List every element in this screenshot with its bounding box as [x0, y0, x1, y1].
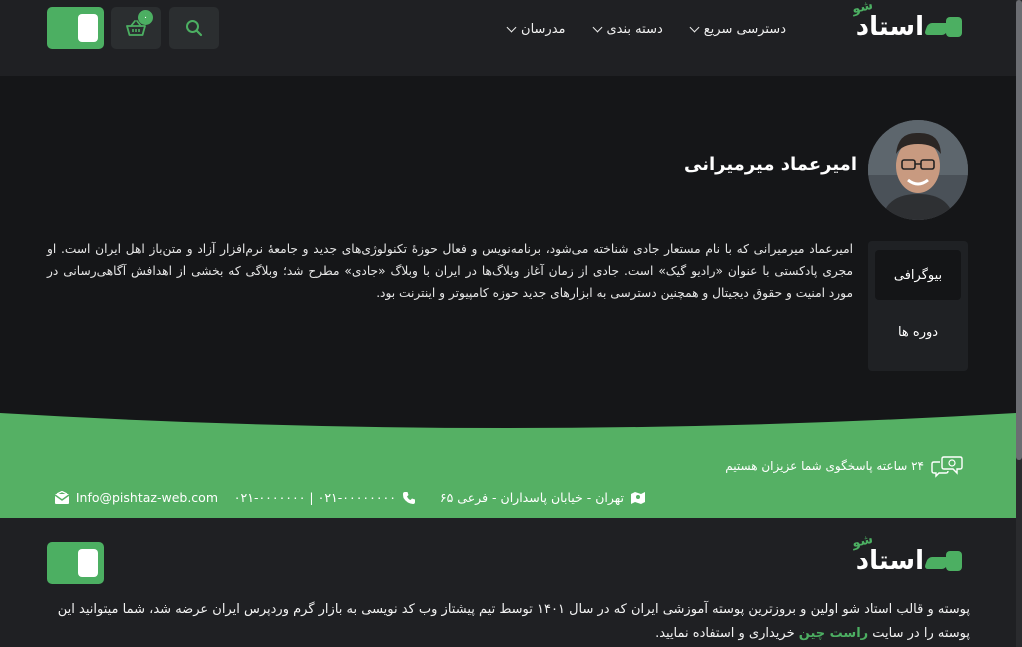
tab-biography[interactable]: بیوگرافی [875, 250, 961, 300]
toggle-knob [78, 549, 98, 577]
footer-text-part: خریداری و استفاده نمایید. [655, 626, 795, 641]
main-nav: دسترسی سریع دسته بندی مدرسان [506, 22, 786, 37]
phone-icon [403, 491, 415, 504]
email-text: Info@pishtaz-web.com [75, 490, 218, 505]
logo-mark-icon [923, 15, 962, 39]
footer-logo[interactable]: استاد شو [850, 531, 962, 576]
biography-text: امیرعماد میرمیرانی که با نام مستعار جادی… [47, 242, 853, 300]
nav-quick-access[interactable]: دسترسی سریع [689, 22, 786, 37]
phone[interactable]: ۰۲۱-۰۰۰۰۰۰۰۰ | ۰۲۱-۰۰۰۰۰۰۰ [234, 490, 416, 505]
logo-mark-icon [923, 549, 962, 573]
chevron-down-icon [592, 22, 602, 33]
support-info: ۲۴ ساعته پاسخگوی شما عزیزان هستیم [725, 454, 964, 478]
logo-word: استاد شو [850, 531, 924, 576]
nav-categories[interactable]: دسته بندی [592, 22, 663, 37]
chevron-down-icon [506, 22, 517, 33]
email[interactable]: Info@pishtaz-web.com [54, 490, 218, 505]
map-icon [631, 491, 645, 504]
cart-button[interactable]: ۰ [111, 7, 161, 49]
site-footer: استاد شو پوسته و قالب استاد شو اولین و ب… [0, 518, 1016, 647]
footer-description: پوسته و قالب استاد شو اولین و بروزترین پ… [47, 598, 970, 646]
search-icon [186, 20, 203, 37]
address-text: تهران - خیابان پاسداران - فرعی ۶۵ [439, 490, 624, 505]
tab-courses[interactable]: دوره ها [875, 307, 961, 357]
site-logo[interactable]: استاد شو [850, 0, 962, 42]
nav-label: دسترسی سریع [703, 22, 786, 37]
chevron-down-icon [689, 22, 700, 33]
theme-toggle[interactable] [47, 7, 104, 49]
chat-bubbles-icon [931, 456, 963, 478]
toggle-knob [78, 14, 98, 42]
footer-toggle[interactable] [47, 542, 104, 584]
search-button[interactable] [169, 7, 219, 49]
scrollbar-thumb[interactable] [1016, 0, 1022, 460]
logo-word: استاد شو [850, 0, 924, 42]
address: تهران - خیابان پاسداران - فرعی ۶۵ [440, 490, 646, 505]
nav-label: مدرسان [521, 22, 566, 37]
support-text: ۲۴ ساعته پاسخگوی شما عزیزان هستیم [725, 459, 924, 473]
site-header: استاد شو دسترسی سریع دسته بندی مدرسان ۰ [0, 0, 1016, 76]
rtl-theme-link[interactable]: راست چین [799, 626, 868, 641]
instructor-name: امیرعماد میرمیرانی [683, 154, 857, 175]
contact-band: ۲۴ ساعته پاسخگوی شما عزیزان هستیم تهران … [0, 430, 1016, 518]
envelope-icon [54, 490, 70, 504]
profile-tabs: بیوگرافی دوره ها [868, 241, 968, 371]
instructor-avatar [868, 120, 968, 220]
page-scrollbar[interactable] [1016, 0, 1022, 647]
phone-text: ۰۲۱-۰۰۰۰۰۰۰۰ | ۰۲۱-۰۰۰۰۰۰۰ [233, 490, 396, 505]
cart-count-badge: ۰ [138, 10, 153, 25]
nav-instructors[interactable]: مدرسان [506, 22, 566, 37]
nav-label: دسته بندی [606, 22, 663, 37]
